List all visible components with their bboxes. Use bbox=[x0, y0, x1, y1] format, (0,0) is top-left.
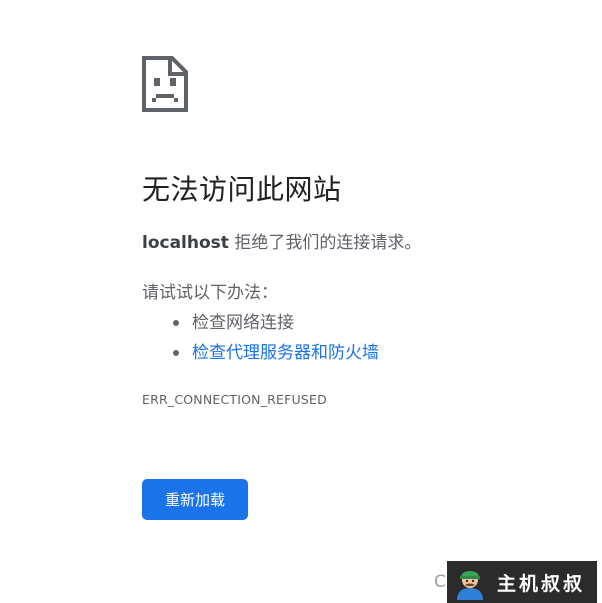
watermark-text: 主机叔叔 bbox=[497, 572, 586, 595]
suggestions-heading: 请试试以下办法： bbox=[142, 283, 278, 303]
browser-error-page: 无法访问此网站 localhost 拒绝了我们的连接请求。 请试试以下办法： 检… bbox=[0, 0, 602, 603]
error-summary: localhost 拒绝了我们的连接请求。 bbox=[142, 230, 421, 256]
watermark-badge: 主机叔叔 bbox=[447, 561, 597, 603]
suggestion-label: 检查网络连接 bbox=[192, 313, 294, 333]
page-title: 无法访问此网站 bbox=[142, 173, 342, 206]
reload-button[interactable]: 重新加载 bbox=[142, 479, 248, 520]
suggestions-list: 检查网络连接 检查代理服务器和防火墙 bbox=[142, 308, 379, 368]
avatar-icon bbox=[457, 571, 483, 600]
partial-text: C bbox=[434, 572, 446, 592]
error-code: ERR_CONNECTION_REFUSED bbox=[142, 392, 327, 407]
sad-page-icon bbox=[142, 56, 188, 112]
suggestion-check-proxy-firewall[interactable]: 检查代理服务器和防火墙 bbox=[142, 338, 379, 368]
suggestion-check-network: 检查网络连接 bbox=[142, 308, 379, 338]
error-host: localhost bbox=[142, 233, 229, 253]
proxy-firewall-link[interactable]: 检查代理服务器和防火墙 bbox=[192, 343, 379, 363]
error-summary-text: 拒绝了我们的连接请求。 bbox=[228, 233, 422, 253]
